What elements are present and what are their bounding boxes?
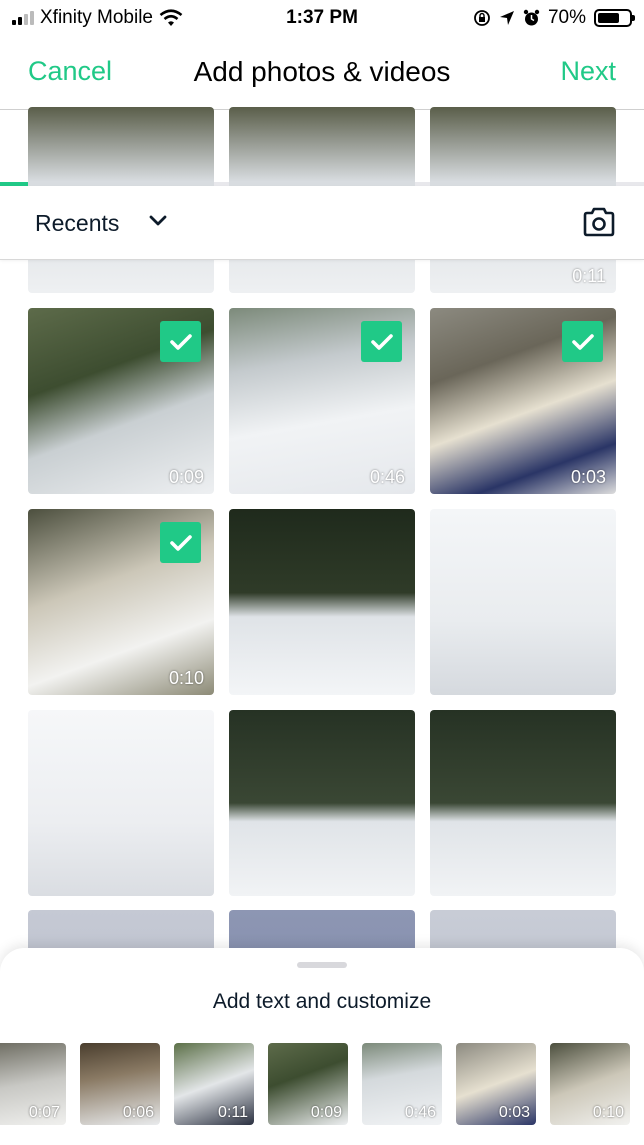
media-thumbnail	[229, 710, 415, 896]
album-selector[interactable]: Recents	[35, 210, 119, 237]
clip-duration: 0:10	[592, 1104, 624, 1121]
video-duration: 0:46	[369, 467, 405, 487]
clip-duration: 0:03	[498, 1104, 530, 1121]
sheet-drag-handle[interactable]	[297, 962, 347, 968]
selected-clip[interactable]: 0:06	[80, 1043, 160, 1125]
selected-clip[interactable]: 0:10	[550, 1043, 630, 1125]
selected-clip[interactable]: 0:46	[362, 1043, 442, 1125]
video-duration: 0:03	[570, 467, 606, 487]
media-tile[interactable]: 0:10	[28, 509, 214, 695]
selected-clip[interactable]: 0:11	[174, 1043, 254, 1125]
clip-duration: 0:07	[28, 1104, 60, 1121]
album-filter-bar: Recents	[0, 186, 644, 260]
media-tile[interactable]	[229, 509, 415, 695]
chevron-down-icon[interactable]	[148, 211, 168, 231]
selected-clip[interactable]: 0:09	[268, 1043, 348, 1125]
add-text-customize-button[interactable]: Add text and customize	[0, 990, 644, 1014]
media-tile[interactable]	[430, 509, 616, 695]
clip-duration: 0:11	[218, 1104, 248, 1121]
media-tile[interactable]	[229, 710, 415, 896]
media-tile[interactable]: 0:03	[430, 308, 616, 494]
selected-check-icon[interactable]	[562, 321, 603, 362]
selected-clip[interactable]: 0:03	[456, 1043, 536, 1125]
media-thumbnail	[229, 509, 415, 695]
media-tile[interactable]: 0:09	[28, 308, 214, 494]
selected-check-icon[interactable]	[160, 522, 201, 563]
video-duration: 0:11	[572, 266, 606, 286]
video-duration: 0:09	[168, 467, 204, 487]
media-tile[interactable]	[28, 710, 214, 896]
camera-icon[interactable]	[582, 206, 616, 238]
selection-sheet: Add text and customize 0:07 0:06 0:11 0:09 0…	[0, 948, 644, 1145]
media-thumbnail	[28, 710, 214, 896]
selected-check-icon[interactable]	[160, 321, 201, 362]
media-thumbnail	[430, 710, 616, 896]
media-tile[interactable]: 0:46	[229, 308, 415, 494]
media-tile[interactable]	[430, 710, 616, 896]
clip-duration: 0:09	[310, 1104, 342, 1121]
selected-clips-strip[interactable]: 0:07 0:06 0:11 0:09 0:46 0:03 0:10	[0, 1043, 630, 1125]
video-duration: 0:10	[168, 668, 204, 688]
media-thumbnail	[430, 509, 616, 695]
selected-clip[interactable]: 0:07	[0, 1043, 66, 1125]
clip-duration: 0:06	[122, 1104, 154, 1121]
selected-check-icon[interactable]	[361, 321, 402, 362]
clip-duration: 0:46	[404, 1104, 436, 1121]
